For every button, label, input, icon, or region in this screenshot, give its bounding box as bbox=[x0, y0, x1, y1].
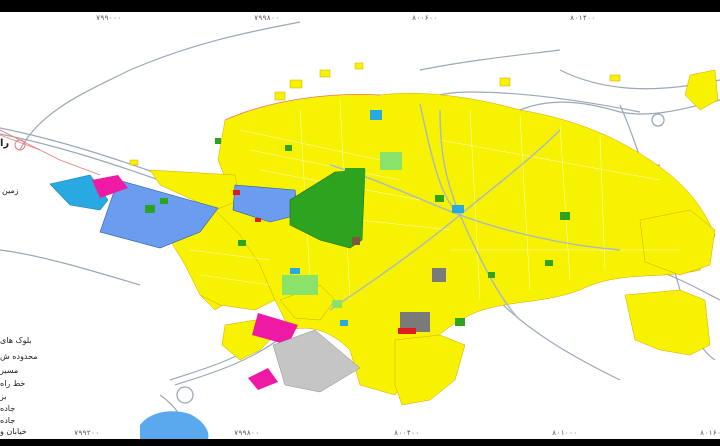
legend-entry: مسیر bbox=[0, 366, 19, 375]
residential-area bbox=[354, 62, 364, 70]
light-green-spot bbox=[282, 275, 318, 295]
light-green-spot bbox=[332, 300, 342, 308]
red-spot bbox=[398, 328, 416, 334]
legend-entry: جاده bbox=[0, 416, 16, 425]
road bbox=[419, 49, 561, 71]
coord-label-bottom: ۸۰۰۴۰۰ bbox=[394, 429, 420, 437]
cyan-spot bbox=[452, 205, 464, 213]
green-spot bbox=[488, 272, 495, 278]
legend-entry: خط راه bbox=[0, 379, 26, 388]
dark-gray-zone bbox=[432, 268, 446, 282]
legend-entry: جاده bbox=[0, 404, 16, 413]
green-spot bbox=[238, 240, 246, 246]
residential-area bbox=[499, 77, 511, 87]
green-spot bbox=[160, 198, 168, 204]
legend-entry: محدوده ش bbox=[0, 352, 38, 361]
coord-label-bottom: ۸۰۱۰۰۰ bbox=[552, 429, 578, 437]
park-area bbox=[345, 168, 365, 184]
residential-area bbox=[319, 69, 331, 78]
residential-area bbox=[394, 334, 466, 406]
green-spot bbox=[435, 195, 444, 202]
water-body bbox=[140, 411, 209, 439]
green-spot bbox=[560, 212, 570, 220]
legend-entry: بز bbox=[0, 392, 7, 401]
light-green-spot bbox=[380, 152, 402, 170]
top-black-bar bbox=[0, 0, 720, 12]
green-spot bbox=[285, 145, 292, 151]
bottom-black-bar bbox=[0, 439, 720, 446]
roundabout bbox=[651, 113, 665, 127]
coord-label-bottom: ۷۹۹۲۰۰ bbox=[74, 429, 100, 437]
edge-label: زمین bbox=[2, 186, 19, 195]
coord-label-bottom: ۷۹۹۸۰۰ bbox=[234, 429, 260, 437]
cyan-spot bbox=[370, 110, 382, 120]
map-view: ۷۹۹۰۰۰ ۷۹۹۸۰۰ ۸۰۰۶۰۰ ۸۰۱۴۰۰ را زمین بلوک… bbox=[0, 0, 720, 446]
brown-zone bbox=[352, 237, 360, 245]
residential-blocks bbox=[129, 62, 719, 406]
coord-label-bottom: ۸۰۱۶۰۰ bbox=[700, 429, 720, 437]
green-spot bbox=[455, 318, 465, 326]
residential-area bbox=[609, 74, 621, 82]
special-zone bbox=[248, 368, 278, 390]
green-spot bbox=[215, 138, 221, 144]
legend-entry: خیابان و bbox=[0, 427, 27, 436]
residential-area bbox=[289, 79, 303, 89]
legend-entry: بلوک های bbox=[0, 336, 32, 345]
cyan-spot bbox=[290, 268, 300, 274]
residential-area bbox=[274, 91, 286, 101]
red-spot bbox=[255, 218, 261, 222]
roundabout bbox=[176, 386, 194, 404]
residential-area bbox=[684, 69, 719, 111]
residential-area bbox=[129, 159, 139, 166]
green-spot bbox=[545, 260, 553, 266]
edge-label: را bbox=[0, 138, 10, 149]
cyan-spot bbox=[340, 320, 348, 326]
residential-area bbox=[624, 289, 711, 356]
city-map bbox=[0, 21, 720, 439]
red-spot bbox=[233, 190, 240, 195]
road bbox=[0, 249, 141, 286]
green-spot bbox=[145, 205, 155, 213]
